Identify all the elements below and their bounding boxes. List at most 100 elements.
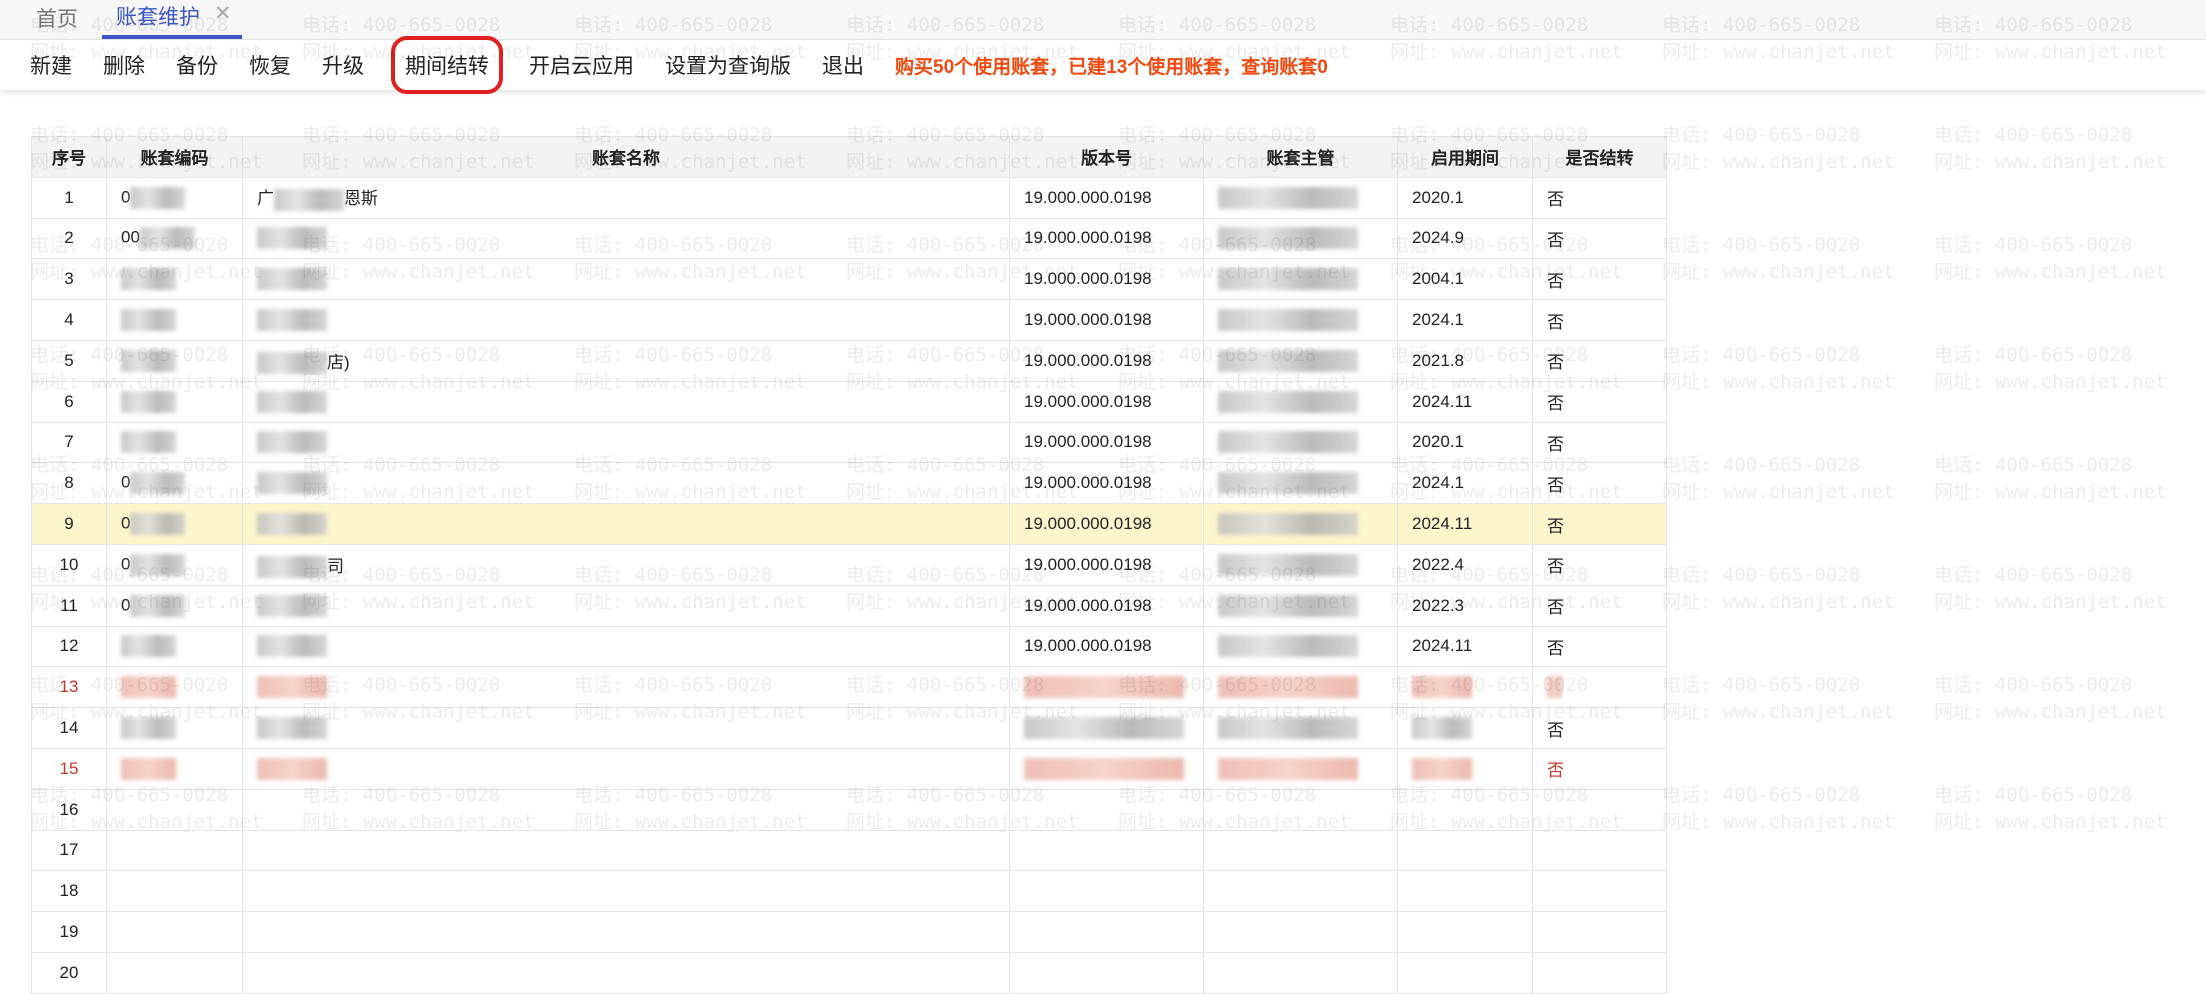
period-text: 2022.4 [1412, 554, 1464, 574]
cell-name [242, 870, 1010, 913]
cell-manager [1203, 707, 1398, 749]
cell-period [1397, 707, 1533, 749]
cell-code: 0 [106, 503, 243, 545]
cell-carry: 否 [1532, 625, 1667, 668]
cell-period: 2022.4 [1397, 543, 1533, 586]
toolbar-button-3[interactable]: 恢复 [249, 50, 291, 80]
cell-manager [1203, 951, 1398, 994]
period-text: 2024.1 [1412, 473, 1464, 493]
table-row[interactable]: 14 否 [31, 707, 1667, 749]
column-header-6[interactable]: 是否结转 [1532, 136, 1667, 178]
redacted-block [257, 594, 327, 617]
table-row[interactable]: 3 19.000.000.0198 2004.1 否 [31, 258, 1667, 301]
row-number: 6 [31, 380, 107, 423]
ver-text: 19.000.000.0198 [1024, 595, 1152, 615]
tab-0[interactable]: 首页 [36, 3, 78, 39]
cell-name [242, 380, 1010, 423]
row-number: 15 [31, 747, 107, 790]
toolbar-button-4[interactable]: 升级 [322, 50, 364, 80]
redacted-block [1218, 594, 1358, 617]
toolbar-button-6[interactable]: 开启云应用 [529, 50, 634, 80]
redacted-block [1218, 757, 1358, 780]
toolbar-button-0[interactable]: 新建 [30, 50, 72, 80]
cell-period: 2022.3 [1397, 584, 1533, 627]
cell-name [242, 258, 1010, 301]
redacted-block [139, 227, 195, 250]
cell-code: 0 [106, 462, 243, 505]
tab-label: 首页 [36, 8, 78, 31]
tab-1[interactable]: 账套维护 ✕ [102, 1, 242, 39]
row-number: 4 [31, 299, 107, 341]
cell-code [106, 666, 243, 709]
table-row[interactable]: 13 [31, 666, 1667, 709]
toolbar-button-5[interactable]: 期间结转 [391, 36, 503, 94]
table-row[interactable]: 19 [31, 911, 1667, 953]
table-row[interactable]: 7 19.000.000.0198 2020.1 否 [31, 421, 1667, 464]
table-row[interactable]: 1 0 广 恩斯 19.000.000.0198 2020.1 否 [31, 176, 1667, 219]
cell-ver: 19.000.000.0198 [1009, 584, 1204, 627]
carry-text: 否 [1547, 353, 1564, 373]
redacted-block [257, 268, 327, 291]
cell-code [106, 911, 243, 953]
column-header-5[interactable]: 启用期间 [1397, 136, 1533, 178]
cell-name [242, 666, 1010, 709]
row-number: 8 [31, 462, 107, 505]
cell-code: 0 [106, 543, 243, 586]
ver-text: 19.000.000.0198 [1024, 514, 1152, 534]
cell-code [106, 829, 243, 872]
column-header-0[interactable]: 序号 [31, 136, 107, 178]
column-header-2[interactable]: 账套名称 [242, 136, 1010, 178]
redacted-block [274, 188, 344, 211]
cell-manager [1203, 217, 1398, 260]
cell-name [242, 584, 1010, 627]
redacted-block [121, 349, 176, 372]
row-number: 16 [31, 788, 107, 831]
cell-name: 司 [242, 543, 1010, 586]
table-row[interactable]: 9 0 19.000.000.0198 2024.11 否 [31, 503, 1667, 545]
ver-text: 19.000.000.0198 [1024, 269, 1152, 289]
column-header-4[interactable]: 账套主管 [1203, 136, 1398, 178]
row-number: 2 [31, 217, 107, 260]
carry-text: 否 [1547, 230, 1564, 250]
cell-period [1397, 666, 1533, 709]
table-row[interactable]: 15 否 [31, 747, 1667, 790]
close-icon[interactable]: ✕ [214, 1, 232, 31]
cell-ver: 19.000.000.0198 [1009, 462, 1204, 505]
table-row[interactable]: 10 0 司 19.000.000.0198 2022.4 否 [31, 543, 1667, 586]
cell-ver [1009, 951, 1204, 994]
cell-carry [1532, 870, 1667, 913]
toolbar-button-7[interactable]: 设置为查询版 [665, 50, 791, 80]
tab-bar: 首页 账套维护 ✕ [0, 0, 2206, 40]
table-row[interactable]: 5 店) 19.000.000.0198 2021.8 否 [31, 339, 1667, 382]
cell-manager [1203, 747, 1398, 790]
table-row[interactable]: 8 0 19.000.000.0198 2024.1 否 [31, 462, 1667, 505]
table-row[interactable]: 12 19.000.000.0198 2024.11 否 [31, 625, 1667, 668]
cell-manager [1203, 543, 1398, 586]
table-row[interactable]: 6 19.000.000.0198 2024.11 否 [31, 380, 1667, 423]
ver-text: 19.000.000.0198 [1024, 350, 1152, 370]
watermark: 电话: 400-665-0028网址: www.chanjet.net [1662, 454, 1895, 503]
cell-ver: 19.000.000.0198 [1009, 543, 1204, 586]
row-number: 3 [31, 258, 107, 301]
cell-ver [1009, 870, 1204, 913]
table-row[interactable]: 18 [31, 870, 1667, 913]
watermark: 电话: 400-665-0028网址: www.chanjet.net [1934, 124, 2167, 173]
table-row[interactable]: 11 0 19.000.000.0198 2022.3 否 [31, 584, 1667, 627]
toolbar-button-2[interactable]: 备份 [176, 50, 218, 80]
cell-carry: 否 [1532, 380, 1667, 423]
row-number: 9 [31, 503, 107, 545]
table-row[interactable]: 2 00 19.000.000.0198 2024.9 否 [31, 217, 1667, 260]
cell-ver [1009, 747, 1204, 790]
period-text: 2004.1 [1412, 269, 1464, 289]
table-row[interactable]: 20 [31, 951, 1667, 994]
table-row[interactable]: 17 [31, 829, 1667, 872]
redacted-block [130, 186, 186, 209]
redacted-block [1218, 309, 1358, 332]
row-number: 11 [31, 584, 107, 627]
table-row[interactable]: 16 [31, 788, 1667, 831]
column-header-3[interactable]: 版本号 [1009, 136, 1204, 178]
column-header-1[interactable]: 账套编码 [106, 136, 243, 178]
toolbar-button-1[interactable]: 删除 [103, 50, 145, 80]
table-row[interactable]: 4 19.000.000.0198 2024.1 否 [31, 299, 1667, 341]
toolbar-button-8[interactable]: 退出 [822, 50, 864, 80]
